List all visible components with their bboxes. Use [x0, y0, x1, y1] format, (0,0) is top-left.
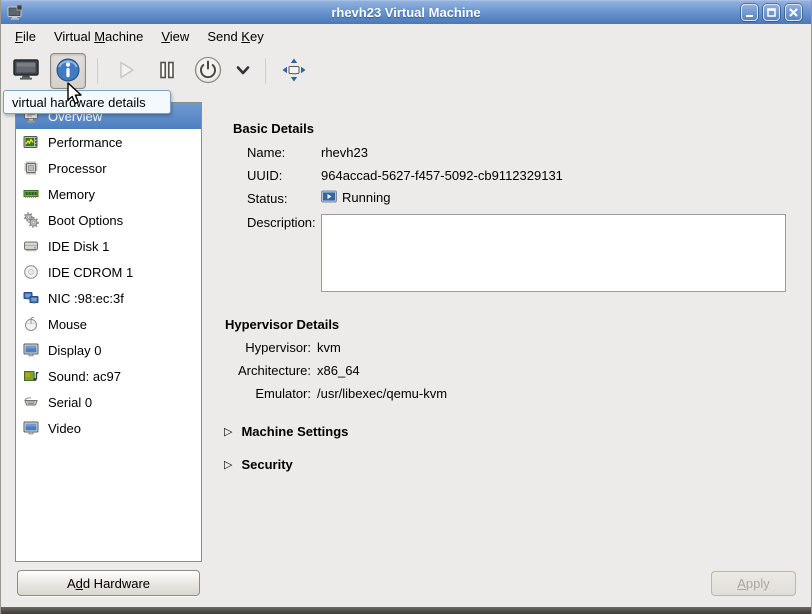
memory-icon	[23, 186, 39, 202]
window-bottom-edge	[1, 607, 811, 614]
nic-icon	[23, 290, 39, 306]
sidebar-item-label: Serial 0	[48, 395, 92, 410]
hypervisor-details-heading: Hypervisor Details	[225, 317, 339, 332]
menu-virtual-machine[interactable]: Virtual Machine	[45, 26, 152, 47]
sound-card-icon	[23, 368, 39, 384]
emulator-value: /usr/libexec/qemu-kvm	[317, 386, 447, 401]
running-vm-icon	[321, 189, 337, 205]
apply-button[interactable]: Apply	[711, 571, 796, 596]
sidebar-item-ide-disk-1[interactable]: IDE Disk 1	[16, 233, 201, 259]
toolbar	[1, 48, 811, 94]
security-expander[interactable]: Security	[224, 457, 293, 472]
sidebar-item-label: IDE CDROM 1	[48, 265, 133, 280]
uuid-value: 964accad-5627-f457-5092-cb9112329131	[321, 168, 563, 183]
sidebar-item-sound[interactable]: Sound: ac97	[16, 363, 201, 389]
emulator-label: Emulator:	[225, 386, 311, 401]
hardware-list: Overview Performance Proces	[15, 102, 202, 562]
status-value-group: Running	[321, 189, 390, 205]
machine-settings-expander[interactable]: Machine Settings	[224, 424, 348, 439]
menu-file[interactable]: File	[6, 26, 45, 47]
sidebar-item-label: Mouse	[48, 317, 87, 332]
sidebar-item-nic[interactable]: NIC :98:ec:3f	[16, 285, 201, 311]
sidebar-item-processor[interactable]: Processor	[16, 155, 201, 181]
performance-icon	[23, 134, 39, 150]
boot-options-icon	[23, 212, 39, 228]
shutdown-menu-button[interactable]	[232, 54, 254, 88]
description-input[interactable]	[321, 214, 786, 292]
disk-icon	[23, 238, 39, 254]
play-icon	[114, 58, 138, 85]
chevron-down-icon	[233, 60, 253, 83]
mouse-icon	[23, 316, 39, 332]
console-button[interactable]	[9, 54, 43, 88]
sidebar-item-ide-cdrom-1[interactable]: IDE CDROM 1	[16, 259, 201, 285]
minimize-button[interactable]	[741, 4, 758, 21]
fullscreen-button[interactable]	[277, 54, 311, 88]
sidebar-item-label: Performance	[48, 135, 122, 150]
architecture-label: Architecture:	[225, 363, 311, 378]
close-button[interactable]	[785, 4, 802, 21]
sidebar-item-label: Processor	[48, 161, 107, 176]
sidebar-item-label: Sound: ac97	[48, 369, 121, 384]
virt-manager-window: rhevh23 Virtual Machine File Virtual Mac…	[0, 0, 812, 614]
run-button[interactable]	[109, 54, 143, 88]
add-hardware-button[interactable]: Add Hardware	[17, 570, 200, 596]
serial-port-icon	[23, 394, 39, 410]
status-value: Running	[342, 190, 390, 205]
video-icon	[23, 420, 39, 436]
description-label: Description:	[247, 215, 316, 230]
sidebar-item-performance[interactable]: Performance	[16, 129, 201, 155]
sidebar-item-serial-0[interactable]: Serial 0	[16, 389, 201, 415]
menu-view[interactable]: View	[152, 26, 198, 47]
processor-icon	[23, 160, 39, 176]
sidebar-item-label: Memory	[48, 187, 95, 202]
hypervisor-label: Hypervisor:	[225, 340, 311, 355]
cdrom-icon	[23, 264, 39, 280]
maximize-button[interactable]	[763, 4, 780, 21]
sidebar-item-label: Boot Options	[48, 213, 123, 228]
sidebar-item-mouse[interactable]: Mouse	[16, 311, 201, 337]
expander-label: Machine Settings	[241, 424, 348, 439]
toolbar-separator	[265, 58, 266, 84]
power-icon	[193, 55, 223, 88]
fullscreen-arrows-icon	[281, 57, 307, 86]
sidebar-item-label: IDE Disk 1	[48, 239, 109, 254]
sidebar-item-boot-options[interactable]: Boot Options	[16, 207, 201, 233]
name-value: rhevh23	[321, 145, 368, 160]
titlebar[interactable]: rhevh23 Virtual Machine	[1, 0, 811, 24]
pause-button[interactable]	[150, 54, 184, 88]
sidebar-item-memory[interactable]: Memory	[16, 181, 201, 207]
shutdown-button[interactable]	[191, 54, 225, 88]
expander-arrow-icon	[224, 425, 232, 438]
pause-icon	[155, 58, 179, 85]
display-icon	[23, 342, 39, 358]
architecture-value: x86_64	[317, 363, 360, 378]
menubar: File Virtual Machine View Send Key	[1, 24, 811, 48]
uuid-label: UUID:	[247, 168, 282, 183]
expander-arrow-icon	[224, 458, 232, 471]
sidebar-item-video[interactable]: Video	[16, 415, 201, 441]
toolbar-separator	[97, 58, 98, 84]
status-label: Status:	[247, 191, 287, 206]
sidebar-item-label: Video	[48, 421, 81, 436]
expander-label: Security	[241, 457, 292, 472]
hypervisor-value: kvm	[317, 340, 341, 355]
basic-details-heading: Basic Details	[233, 121, 314, 136]
sidebar-item-display-0[interactable]: Display 0	[16, 337, 201, 363]
mouse-cursor-icon	[66, 82, 88, 109]
window-title: rhevh23 Virtual Machine	[1, 5, 811, 20]
name-label: Name:	[247, 145, 285, 160]
sidebar-item-label: Display 0	[48, 343, 101, 358]
sidebar-item-label: NIC :98:ec:3f	[48, 291, 124, 306]
menu-send-key[interactable]: Send Key	[198, 26, 272, 47]
console-monitor-icon	[13, 58, 39, 85]
